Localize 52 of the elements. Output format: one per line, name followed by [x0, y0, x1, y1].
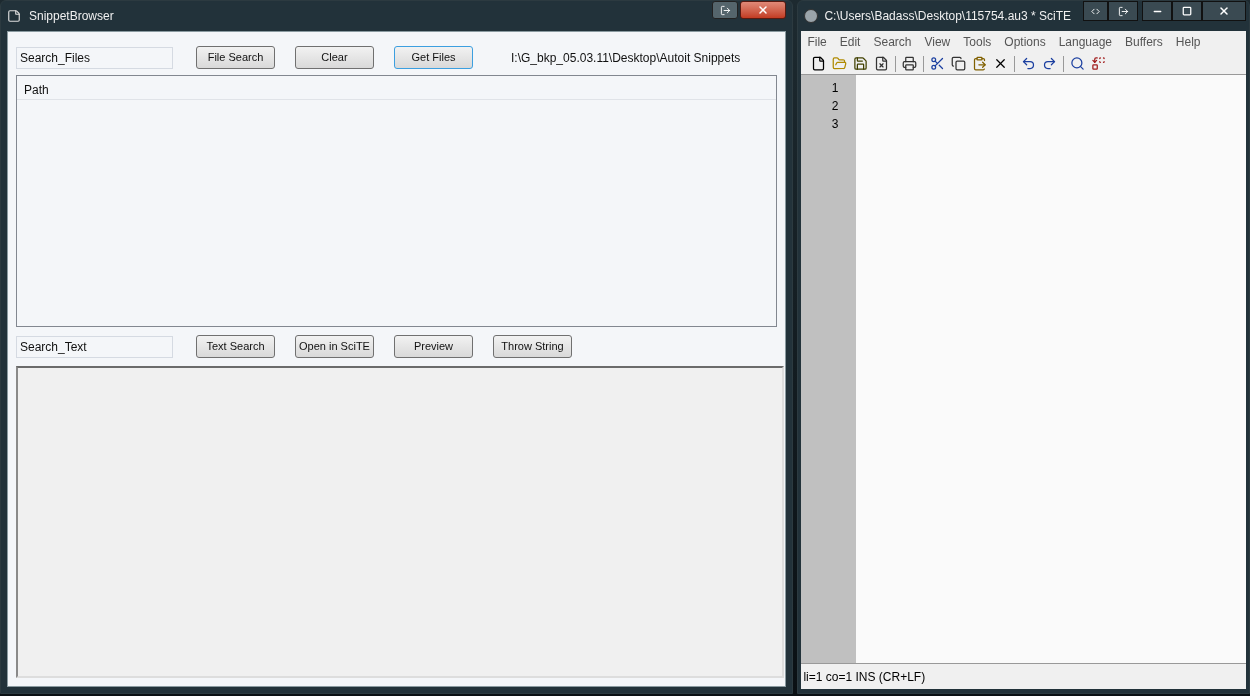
maximize-icon — [1182, 6, 1192, 16]
status-text: li=1 co=1 INS (CR+LF) — [803, 668, 926, 686]
copy-icon[interactable] — [951, 56, 967, 71]
action-button[interactable]: Throw String — [493, 335, 572, 358]
menu-item[interactable]: Search — [873, 33, 912, 51]
search-field[interactable]: Search_Text — [16, 335, 173, 358]
line-number: 2 — [831, 98, 839, 115]
close-icon — [757, 4, 770, 16]
exit-icon — [719, 4, 731, 16]
menu-item[interactable]: View — [924, 33, 951, 51]
menu-item[interactable]: Buffers — [1125, 33, 1163, 51]
menu-item[interactable]: Help — [1175, 33, 1201, 51]
action-button[interactable]: Clear — [295, 46, 374, 69]
switch-button[interactable] — [1083, 1, 1108, 21]
minimize-button[interactable] — [1142, 1, 1172, 21]
menu-item[interactable]: Tools — [963, 33, 992, 51]
search-icon[interactable] — [1070, 56, 1086, 71]
app-icon — [804, 9, 819, 23]
action-button[interactable]: Text Search — [196, 335, 275, 358]
menu-item[interactable]: Options — [1004, 33, 1046, 51]
column-header[interactable]: Path — [17, 76, 777, 99]
action-button[interactable]: Get Files — [394, 46, 473, 69]
exit-icon — [1117, 5, 1129, 17]
action-button[interactable]: Open in SciTE — [295, 335, 374, 358]
search-field[interactable]: Search_Files — [16, 46, 173, 69]
maximize-button[interactable] — [1172, 1, 1202, 21]
open-folder-icon[interactable] — [832, 56, 848, 71]
window-title: SnippetBrowser — [29, 8, 114, 25]
new-file-icon[interactable] — [811, 56, 827, 71]
line-number: 3 — [831, 116, 839, 133]
replace-icon[interactable] — [1091, 56, 1107, 71]
menu-item[interactable]: Edit — [839, 33, 861, 51]
paste-icon[interactable] — [972, 56, 988, 71]
app-icon — [7, 9, 21, 23]
restore-button[interactable] — [1108, 1, 1138, 21]
action-button[interactable]: File Search — [196, 46, 275, 69]
menu-item[interactable]: File — [807, 33, 827, 51]
window-title: C:\Users\Badass\Desktop\115754.au3 * SciTE — [824, 8, 1071, 25]
printer-icon[interactable] — [902, 56, 918, 71]
folder-path: I:\G_bkp_05.03.11\Desktop\Autoit Snippets — [511, 49, 741, 67]
restore-button[interactable] — [712, 1, 739, 19]
close-file-icon[interactable] — [874, 56, 890, 71]
close-button[interactable] — [1202, 1, 1246, 21]
close-icon — [1218, 5, 1230, 17]
menu-item[interactable]: Language — [1058, 33, 1113, 51]
undo-icon[interactable] — [1021, 56, 1037, 71]
action-button[interactable]: Preview — [394, 335, 473, 358]
save-icon[interactable] — [853, 56, 869, 71]
line-number: 1 — [831, 80, 839, 97]
scissors-icon[interactable] — [930, 56, 946, 71]
close-button[interactable] — [740, 1, 787, 19]
redo-icon[interactable] — [1042, 56, 1058, 71]
